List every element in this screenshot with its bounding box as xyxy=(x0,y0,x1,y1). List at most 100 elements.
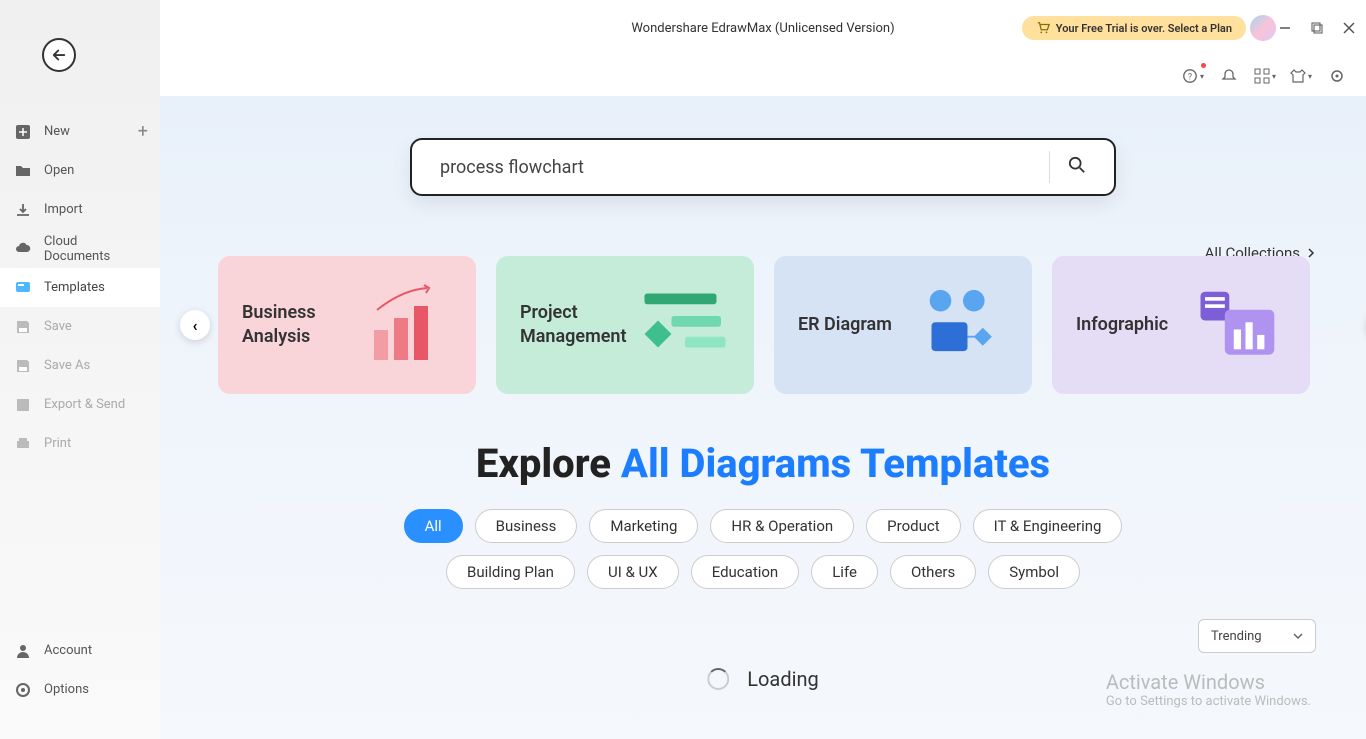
add-icon[interactable]: + xyxy=(138,121,148,142)
sidebar-item-label: Account xyxy=(44,643,92,658)
search-divider xyxy=(1049,151,1050,183)
print-icon xyxy=(14,435,32,453)
chevron-down-icon xyxy=(1293,631,1303,641)
sidebar-item-export: Export & Send xyxy=(0,385,160,424)
spinner-icon xyxy=(707,668,729,690)
arrow-left-icon xyxy=(50,46,68,64)
filter-others[interactable]: Others xyxy=(890,555,976,589)
folder-icon xyxy=(14,162,32,180)
search-box xyxy=(410,138,1116,196)
er-graphic-icon xyxy=(918,280,1008,370)
card-title: ER Diagram xyxy=(798,313,892,337)
svg-text:?: ? xyxy=(1188,73,1192,83)
sidebar-menu: New + Open Import Cloud Documents Templa… xyxy=(0,112,160,631)
sidebar-item-label: Save As xyxy=(44,358,90,373)
category-cards: ‹ Business Analysis Project Management E… xyxy=(218,256,1366,394)
filter-all[interactable]: All xyxy=(404,509,463,543)
sidebar-item-import[interactable]: Import xyxy=(0,190,160,229)
filter-symbol[interactable]: Symbol xyxy=(988,555,1080,589)
sidebar-item-save: Save xyxy=(0,307,160,346)
templates-icon xyxy=(14,279,32,297)
toolbar: ?▾ ▾ ▾ xyxy=(160,56,1366,96)
card-title: Infographic xyxy=(1076,313,1168,337)
user-icon xyxy=(14,642,32,660)
loading-indicator: Loading xyxy=(707,667,818,691)
card-title: Business Analysis xyxy=(242,301,316,350)
main-area: Wondershare EdrawMax (Unlicensed Version… xyxy=(160,0,1366,739)
minimize-button[interactable] xyxy=(1278,21,1292,35)
card-title: Project Management xyxy=(520,301,627,350)
maximize-button[interactable] xyxy=(1310,21,1324,35)
sidebar-item-account[interactable]: Account xyxy=(0,631,160,670)
heading-highlight: All Diagrams Templates xyxy=(621,440,1050,487)
search-button[interactable] xyxy=(1068,156,1086,178)
content: All Collections ‹ Business Analysis Proj… xyxy=(160,96,1366,739)
sidebar-item-label: Options xyxy=(44,682,89,697)
sidebar-bottom: Account Options xyxy=(0,631,160,709)
trial-banner[interactable]: Your Free Trial is over. Select a Plan xyxy=(1022,16,1246,40)
sort-dropdown[interactable]: Trending xyxy=(1198,619,1316,653)
sidebar-item-label: Export & Send xyxy=(44,397,125,412)
card-er-diagram[interactable]: ER Diagram xyxy=(774,256,1032,394)
titlebar: Wondershare EdrawMax (Unlicensed Version… xyxy=(160,0,1366,56)
sidebar-item-label: Print xyxy=(44,436,71,451)
filter-ui-ux[interactable]: UI & UX xyxy=(587,555,679,589)
sidebar-item-new[interactable]: New + xyxy=(0,112,160,151)
infographic-graphic-icon xyxy=(1196,280,1286,370)
bell-icon[interactable] xyxy=(1218,65,1240,87)
card-business-analysis[interactable]: Business Analysis xyxy=(218,256,476,394)
tshirt-icon[interactable]: ▾ xyxy=(1290,65,1312,87)
help-icon[interactable]: ?▾ xyxy=(1182,65,1204,87)
settings-icon[interactable] xyxy=(1326,65,1348,87)
filter-business[interactable]: Business xyxy=(475,509,578,543)
sidebar-item-templates[interactable]: Templates xyxy=(0,268,160,307)
sidebar-item-label: Save xyxy=(44,319,72,334)
export-icon xyxy=(14,396,32,414)
heading-prefix: Explore xyxy=(476,440,621,487)
sidebar-item-label: New xyxy=(44,124,70,139)
sidebar-item-label: Templates xyxy=(44,280,105,295)
filter-it-engineering[interactable]: IT & Engineering xyxy=(973,509,1123,543)
explore-heading: Explore All Diagrams Templates xyxy=(160,440,1366,487)
filter-building-plan[interactable]: Building Plan xyxy=(446,555,575,589)
loading-text: Loading xyxy=(747,667,818,691)
import-icon xyxy=(14,201,32,219)
back-button[interactable] xyxy=(42,38,76,72)
app-title: Wondershare EdrawMax (Unlicensed Version… xyxy=(631,21,894,36)
grid-icon[interactable]: ▾ xyxy=(1254,65,1276,87)
watermark-line1: Activate Windows xyxy=(1106,670,1311,694)
sidebar-item-print: Print xyxy=(0,424,160,463)
close-button[interactable] xyxy=(1342,21,1356,35)
sort-value: Trending xyxy=(1211,629,1262,644)
sidebar-item-label: Cloud Documents xyxy=(44,234,146,264)
window-controls xyxy=(1278,21,1356,35)
search-icon xyxy=(1068,156,1086,174)
cards-prev-button[interactable]: ‹ xyxy=(180,310,210,340)
filter-hr-operation[interactable]: HR & Operation xyxy=(710,509,854,543)
sidebar-item-cloud[interactable]: Cloud Documents xyxy=(0,229,160,268)
search-input[interactable] xyxy=(440,157,1031,178)
filter-life[interactable]: Life xyxy=(811,555,878,589)
plus-square-icon xyxy=(14,123,32,141)
gear-icon xyxy=(14,681,32,699)
sidebar-item-options[interactable]: Options xyxy=(0,670,160,709)
save-icon xyxy=(14,318,32,336)
avatar[interactable] xyxy=(1250,15,1276,41)
gantt-graphic-icon xyxy=(640,280,730,370)
trial-text: Your Free Trial is over. Select a Plan xyxy=(1056,22,1232,35)
filter-product[interactable]: Product xyxy=(866,509,960,543)
watermark-line2: Go to Settings to activate Windows. xyxy=(1106,694,1311,709)
bar-chart-graphic-icon xyxy=(362,280,452,370)
sidebar-item-label: Import xyxy=(44,202,83,217)
sidebar-item-label: Open xyxy=(44,163,74,178)
sidebar-item-open[interactable]: Open xyxy=(0,151,160,190)
windows-watermark: Activate Windows Go to Settings to activ… xyxy=(1106,670,1311,709)
sidebar-item-save-as: Save As xyxy=(0,346,160,385)
cloud-icon xyxy=(14,240,32,258)
card-project-management[interactable]: Project Management xyxy=(496,256,754,394)
card-infographic[interactable]: Infographic xyxy=(1052,256,1310,394)
save-as-icon xyxy=(14,357,32,375)
filter-education[interactable]: Education xyxy=(691,555,800,589)
filter-marketing[interactable]: Marketing xyxy=(589,509,698,543)
filter-pills: All Business Marketing HR & Operation Pr… xyxy=(160,509,1366,589)
